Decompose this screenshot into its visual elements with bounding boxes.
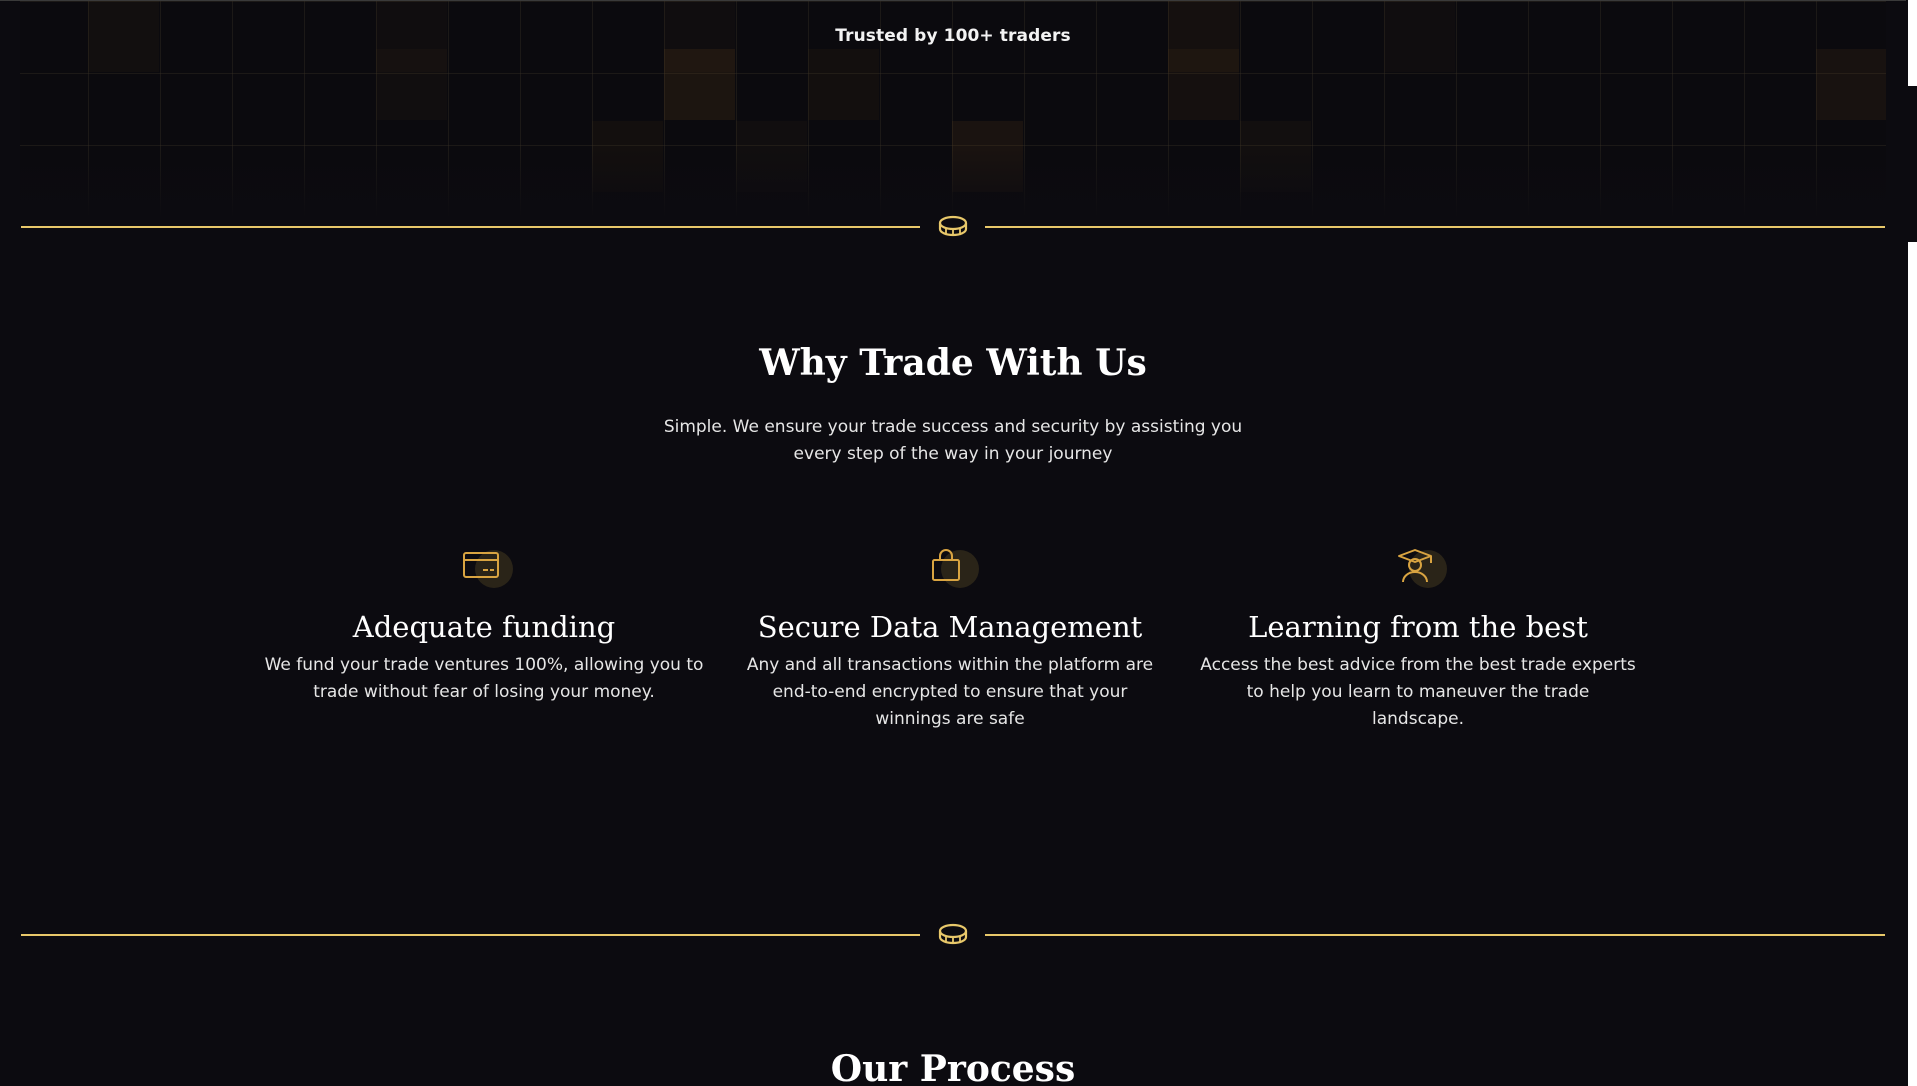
section-title-why-trade: Why Trade With Us <box>759 342 1147 384</box>
section-title-our-process: Our Process <box>830 1048 1076 1086</box>
divider-line-right <box>985 934 1885 936</box>
feature-title: Secure Data Management <box>757 610 1143 644</box>
feature-icon-wrap <box>927 548 979 588</box>
scrollbar-track-highlight <box>1908 242 1917 1086</box>
feature-description: Any and all transactions within the plat… <box>746 655 1154 729</box>
feature-card-learning: Learning from the best Access the best a… <box>1198 548 1638 733</box>
feature-description: We fund your trade ventures 100%, allowi… <box>264 655 704 702</box>
feature-title: Adequate funding <box>352 610 616 644</box>
feature-description: Access the best advice from the best tra… <box>1200 655 1636 729</box>
feature-card-funding: Adequate funding We fund your trade vent… <box>264 548 704 706</box>
scrollbar-thumb[interactable] <box>1908 0 1917 86</box>
divider-line-right <box>985 226 1885 228</box>
coin-icon <box>938 923 968 945</box>
divider-line-left <box>21 226 920 228</box>
page: Trusted by 100+ traders Why Trade With U… <box>0 0 1917 1086</box>
section-divider <box>21 923 1885 947</box>
feature-card-secure-data: Secure Data Management Any and all trans… <box>740 548 1160 733</box>
section-subtitle-why-trade: Simple. We ensure your trade success and… <box>663 417 1243 464</box>
credit-card-icon <box>463 552 499 578</box>
coin-icon <box>938 215 968 237</box>
feature-icon-wrap <box>461 548 513 588</box>
section-divider <box>21 215 1885 239</box>
feature-icon-wrap <box>1395 548 1447 588</box>
trusted-text: Trusted by 100+ traders <box>835 26 1071 46</box>
feature-title: Learning from the best <box>1248 610 1588 644</box>
divider-line-left <box>21 934 920 936</box>
graduate-icon <box>1398 549 1432 583</box>
hero-top-border <box>0 0 1917 1</box>
shopping-bag-icon <box>932 549 960 581</box>
scrollbar[interactable] <box>1906 0 1917 1086</box>
